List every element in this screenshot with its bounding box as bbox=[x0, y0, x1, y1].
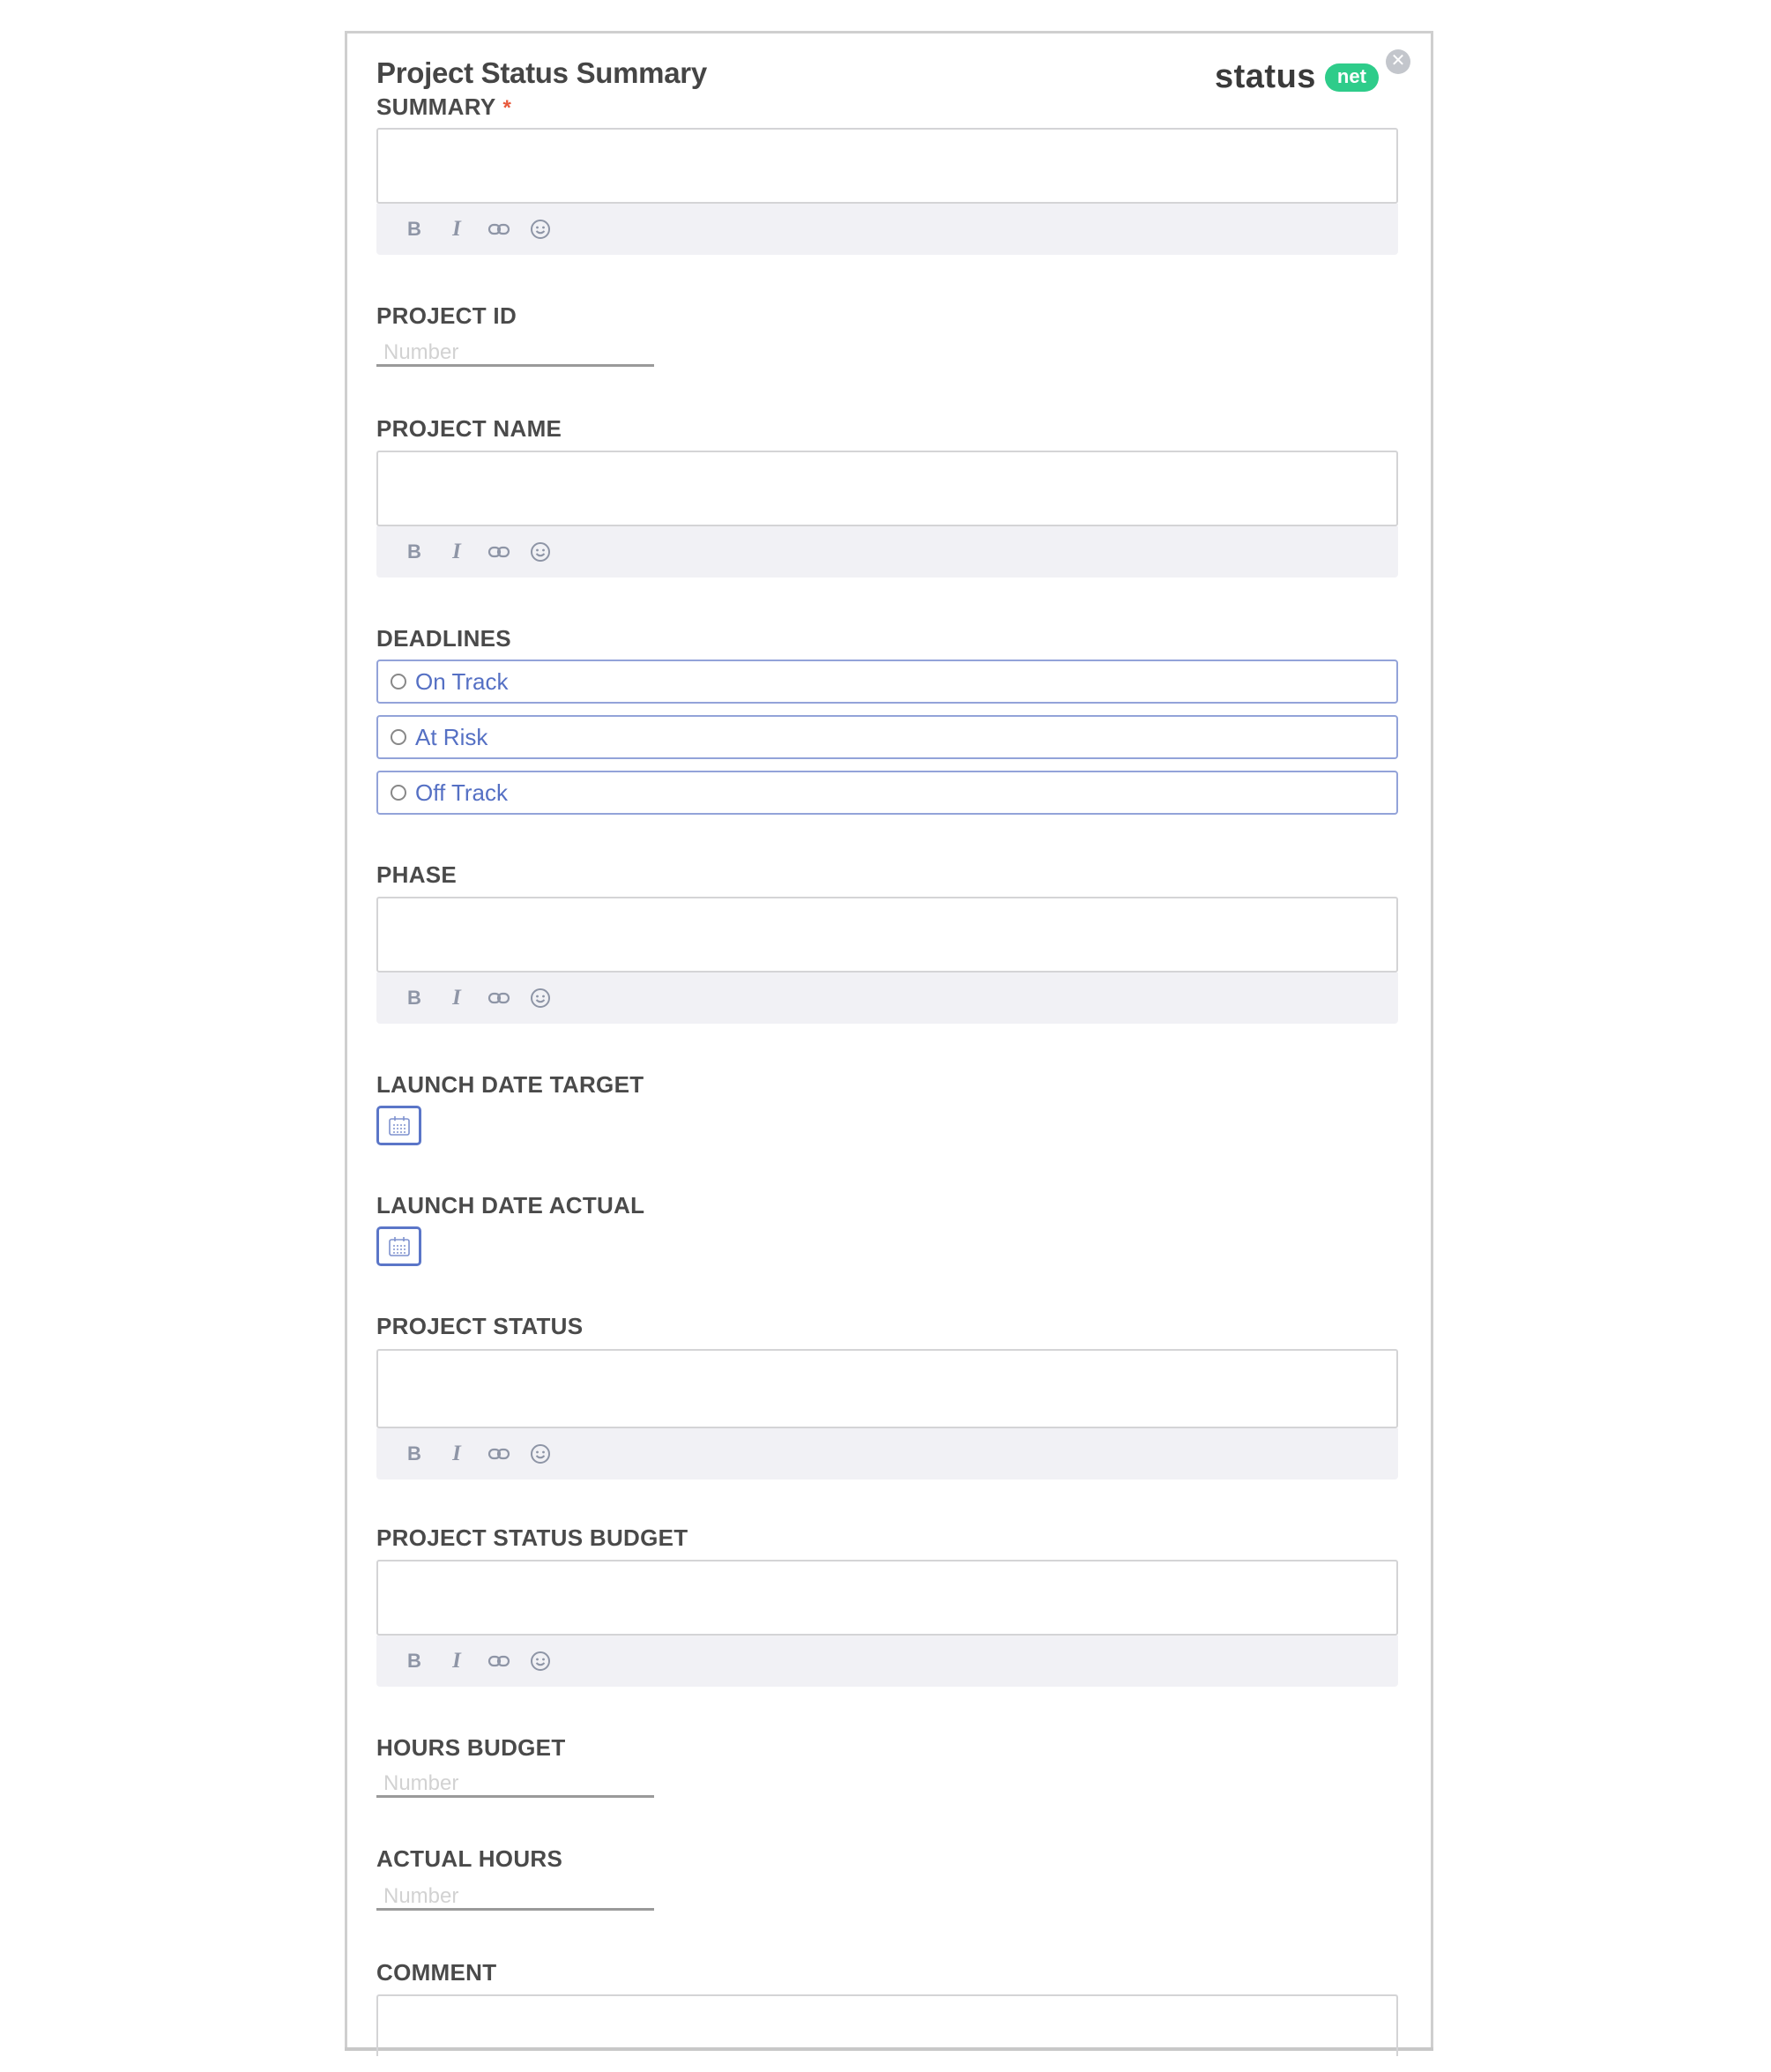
italic-button[interactable]: I bbox=[445, 540, 468, 564]
project-status-input[interactable] bbox=[376, 1349, 1398, 1428]
comment-input[interactable] bbox=[376, 1994, 1398, 2056]
form-title: Project Status Summary bbox=[376, 56, 707, 89]
bold-button[interactable]: B bbox=[403, 987, 426, 1010]
radio-button[interactable] bbox=[391, 785, 406, 801]
project-name-input[interactable] bbox=[376, 451, 1398, 526]
hours-budget-label: HOURS BUDGET bbox=[376, 1734, 566, 1761]
close-icon[interactable]: ✕ bbox=[1386, 49, 1410, 74]
hours-budget-input[interactable] bbox=[376, 1771, 654, 1798]
actual-hours-input[interactable] bbox=[376, 1884, 654, 1911]
radio-button[interactable] bbox=[391, 674, 406, 689]
phase-input[interactable] bbox=[376, 897, 1398, 973]
option-label: At Risk bbox=[415, 723, 488, 750]
launch-date-target-label: LAUNCH DATE TARGET bbox=[376, 1071, 644, 1098]
summary-label-text: SUMMARY bbox=[376, 93, 496, 120]
link-icon[interactable] bbox=[487, 222, 510, 236]
deadline-option-on-track[interactable]: On Track bbox=[376, 660, 1398, 704]
project-name-toolbar: B I bbox=[376, 526, 1398, 578]
emoji-icon[interactable] bbox=[530, 219, 553, 240]
bold-button[interactable]: B bbox=[403, 1442, 426, 1465]
italic-button[interactable]: I bbox=[445, 1649, 468, 1673]
summary-toolbar: B I bbox=[376, 204, 1398, 255]
deadline-option-at-risk[interactable]: At Risk bbox=[376, 715, 1398, 759]
radio-button[interactable] bbox=[391, 729, 406, 745]
bold-button[interactable]: B bbox=[403, 540, 426, 563]
italic-button[interactable]: I bbox=[445, 1442, 468, 1466]
project-status-budget-input[interactable] bbox=[376, 1560, 1398, 1636]
phase-editor: B I bbox=[376, 897, 1398, 1024]
deadlines-label: DEADLINES bbox=[376, 625, 511, 652]
emoji-icon[interactable] bbox=[530, 1651, 553, 1672]
option-label: Off Track bbox=[415, 779, 508, 806]
project-status-label: PROJECT STATUS bbox=[376, 1313, 584, 1339]
project-status-budget-label: PROJECT STATUS BUDGET bbox=[376, 1524, 688, 1551]
phase-label: PHASE bbox=[376, 861, 458, 888]
emoji-icon[interactable] bbox=[530, 988, 553, 1009]
launch-date-actual-picker[interactable] bbox=[376, 1226, 421, 1266]
brand-logo: status net bbox=[1215, 58, 1379, 96]
logo-word: status bbox=[1215, 58, 1316, 95]
summary-editor: B I bbox=[376, 128, 1398, 255]
summary-label: SUMMARY * bbox=[376, 93, 511, 121]
project-status-editor: B I bbox=[376, 1349, 1398, 1479]
link-icon[interactable] bbox=[487, 545, 510, 559]
phase-toolbar: B I bbox=[376, 973, 1398, 1024]
required-asterisk: * bbox=[502, 96, 512, 120]
italic-button[interactable]: I bbox=[445, 986, 468, 1010]
emoji-icon[interactable] bbox=[530, 541, 553, 563]
italic-button[interactable]: I bbox=[445, 217, 468, 242]
actual-hours-label: ACTUAL HOURS bbox=[376, 1845, 563, 1872]
link-icon[interactable] bbox=[487, 991, 510, 1005]
logo-badge: net bbox=[1324, 63, 1379, 92]
project-name-label: PROJECT NAME bbox=[376, 415, 562, 442]
project-name-editor: B I bbox=[376, 451, 1398, 578]
project-id-label: PROJECT ID bbox=[376, 302, 517, 329]
project-status-toolbar: B I bbox=[376, 1428, 1398, 1479]
link-icon[interactable] bbox=[487, 1447, 510, 1461]
deadline-option-off-track[interactable]: Off Track bbox=[376, 771, 1398, 815]
project-status-budget-editor: B I bbox=[376, 1560, 1398, 1687]
project-id-input[interactable] bbox=[376, 340, 654, 367]
link-icon[interactable] bbox=[487, 1654, 510, 1668]
option-label: On Track bbox=[415, 667, 509, 695]
calendar-icon bbox=[388, 1236, 410, 1256]
emoji-icon[interactable] bbox=[530, 1443, 553, 1465]
calendar-icon bbox=[388, 1115, 410, 1136]
bold-button[interactable]: B bbox=[403, 1650, 426, 1673]
project-status-budget-toolbar: B I bbox=[376, 1636, 1398, 1687]
summary-input[interactable] bbox=[376, 128, 1398, 204]
launch-date-target-picker[interactable] bbox=[376, 1106, 421, 1145]
launch-date-actual-label: LAUNCH DATE ACTUAL bbox=[376, 1192, 645, 1219]
bold-button[interactable]: B bbox=[403, 218, 426, 241]
comment-label: COMMENT bbox=[376, 1959, 497, 1986]
